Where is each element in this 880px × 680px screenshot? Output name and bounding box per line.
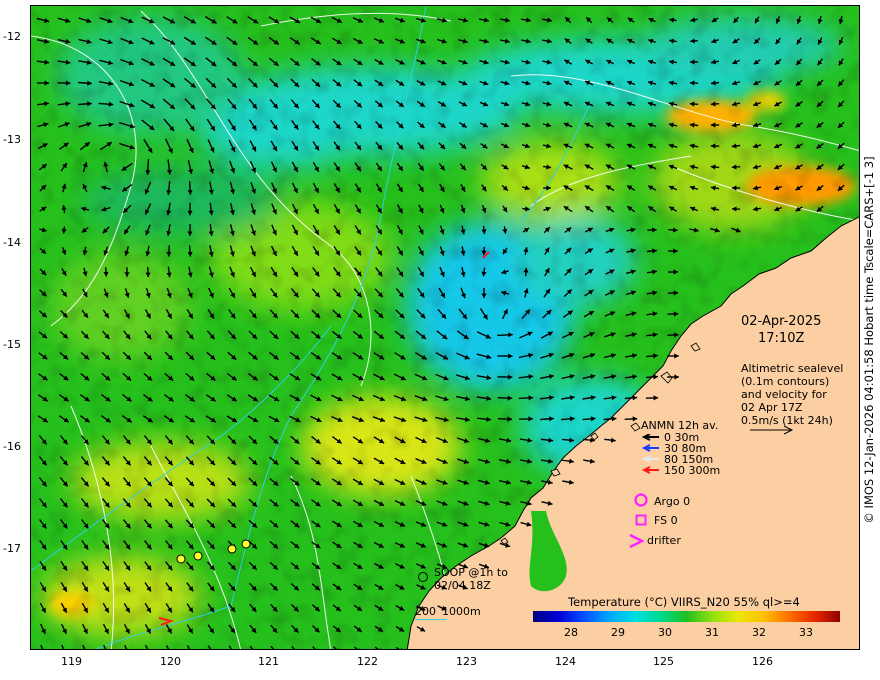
velocity-arrow-head: [209, 649, 214, 650]
altimetry-line: (0.1m contours): [741, 375, 830, 388]
anmn-legend-arrows: [642, 434, 659, 474]
drifter-label: drifter: [647, 534, 681, 547]
map-time: 17:10Z: [758, 331, 805, 346]
imos-credit: © IMOS 12-Jan-2026 04:01:58 Hobart time …: [862, 156, 876, 524]
velocity-arrow-head: [146, 650, 151, 651]
isobath-legend-line: [415, 619, 447, 620]
x-tick-label: 120: [160, 655, 181, 668]
altimetry-line: 02 Apr 17Z: [741, 401, 803, 414]
x-tick-label: 119: [61, 655, 82, 668]
fs-square-icon: [635, 514, 647, 526]
x-tick-label: 126: [752, 655, 773, 668]
colorbar-tick: 32: [752, 626, 766, 639]
y-tick-label: -12: [3, 30, 21, 43]
sst-map: [31, 6, 859, 651]
colorbar-title: Temperature (°C) VIIRS_N20 55% ql>=4: [568, 595, 800, 609]
y-tick-label: -14: [3, 236, 21, 249]
colorbar-tick: 29: [611, 626, 625, 639]
map-panel: [30, 5, 860, 650]
colorbar-tick: 31: [705, 626, 719, 639]
velocity-arrow-head: [167, 649, 172, 650]
velocity-arrow-head: [188, 649, 193, 650]
temperature-colorbar: [533, 611, 840, 622]
colorbar-tick: 28: [564, 626, 578, 639]
map-date: 02-Apr-2025: [741, 314, 822, 329]
altimetry-line: Altimetric sealevel: [741, 362, 844, 375]
drifter-chevron-icon: [629, 533, 645, 549]
y-tick-label: -16: [3, 440, 21, 453]
y-tick-label: -15: [3, 338, 21, 351]
colorbar-tick: 30: [658, 626, 672, 639]
isobath-label-200: 200: [415, 605, 436, 618]
y-tick-label: -13: [3, 133, 21, 146]
x-tick-label: 121: [258, 655, 279, 668]
argo-label: Argo 0: [654, 495, 691, 508]
x-tick-label: 125: [653, 655, 674, 668]
anmn-item-label: 150 300m: [664, 464, 721, 477]
velocity-arrow-head: [230, 649, 235, 650]
x-tick-label: 122: [357, 655, 378, 668]
soop-line: SOOP @1h to: [434, 566, 508, 579]
x-tick-label: 123: [456, 655, 477, 668]
fs-label: FS 0: [654, 514, 678, 527]
soop-line: 02/04 18Z: [434, 579, 491, 592]
velocity-scale-arrow: [750, 425, 794, 435]
colorbar-tick: 33: [799, 626, 813, 639]
soop-circle-icon: [418, 572, 428, 582]
argo-circle-icon: [634, 493, 648, 507]
altimetry-line: and velocity for: [741, 388, 827, 401]
x-tick-label: 124: [555, 655, 576, 668]
y-tick-label: -17: [3, 542, 21, 555]
isobath-label-1000: 1000m: [442, 605, 481, 618]
